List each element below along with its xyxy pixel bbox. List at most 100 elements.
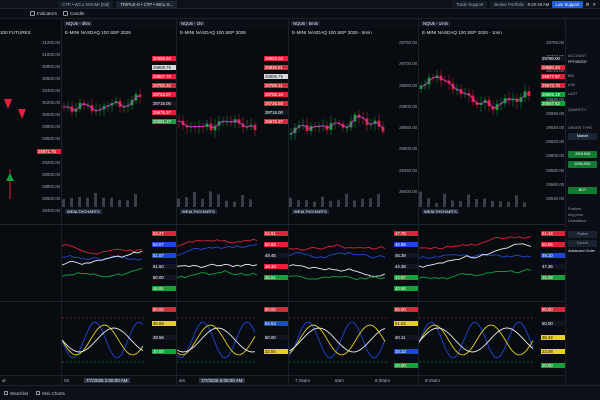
- price-tick-label: 29540.00: [546, 195, 564, 201]
- brand-logo: WEALTHCHARTS: [422, 209, 459, 214]
- oscillator-value-badge: 50.00: [152, 275, 176, 280]
- price-level-badge: 29836.81: [264, 65, 288, 70]
- oscillator-line: [419, 324, 534, 356]
- price-chart[interactable]: [289, 37, 387, 207]
- account-value[interactable]: FFF492237: [568, 60, 587, 64]
- oscillator-2-chart[interactable]: [289, 304, 387, 376]
- price-chart[interactable]: [419, 37, 534, 207]
- advanced-order-label[interactable]: Advanced Order: [568, 249, 595, 253]
- time-label: am: [179, 378, 186, 383]
- watchlist-label: Watchlist: [10, 390, 29, 396]
- oscillator-2-chart[interactable]: [62, 304, 145, 376]
- candle-button[interactable]: Candle: [62, 11, 85, 16]
- chart-panel-1[interactable]: NQU6 - 4hrs E-MINI NASDAQ 100 SEP 2026 WEA…: [62, 19, 177, 385]
- chart-panel-3[interactable]: NQU6 - 5min E-MINI NASDAQ 100 SEP 2026 - …: [289, 19, 419, 385]
- oscillator-value-badge: 50.00: [541, 321, 565, 326]
- volume-bar: [241, 195, 244, 207]
- oscillator-1-chart[interactable]: [419, 227, 534, 297]
- symbol-selector[interactable]: NQU6 - 5min: [291, 21, 321, 26]
- volume-bar: [329, 200, 332, 207]
- chart-panel-2[interactable]: NQU6 - 1hr E-MINI NASDAQ 100 SEP 2026 WEAL…: [177, 19, 289, 385]
- position-label: Position: [568, 207, 582, 211]
- order-entry-panel: ACCOUNT FFF492237 BID ASK LAST QUANTITY …: [566, 19, 600, 385]
- cancel-orders-button[interactable]: Cancel: [568, 240, 597, 247]
- price-chart[interactable]: [177, 37, 257, 207]
- join-bid-button[interactable]: JOIN BID: [568, 151, 597, 158]
- oscillator-1-chart[interactable]: [289, 227, 387, 297]
- left-last-price-badge: 29671.75: [37, 149, 61, 154]
- watchlist-tab[interactable]: Watchlist: [4, 391, 28, 396]
- volume-bar: [201, 198, 204, 207]
- separator: [0, 301, 61, 302]
- price-level-badge: 29735.58: [264, 101, 288, 106]
- chart-panel-4[interactable]: NQU6 - 1min E-MINI NASDAQ 100 SEP 2026 - …: [419, 19, 566, 385]
- chart-title: E-MINI NASDAQ 100 SEP 2026 - 5min: [292, 30, 372, 35]
- symbol-selector[interactable]: NQU6 - 4hrs: [64, 21, 93, 26]
- volume-bar: [249, 199, 252, 207]
- time-tick-label: 7:15am: [295, 378, 311, 383]
- oscillator-value-badge: 50.96: [541, 242, 565, 247]
- tab-workspace-1[interactable]: CTP • WCu SWAMI [Sal]: [58, 1, 114, 8]
- oscillator-2-chart[interactable]: [177, 304, 257, 376]
- buy-button[interactable]: BUY: [568, 187, 597, 194]
- symbol-selector[interactable]: NQU6 - 1hr: [179, 21, 205, 26]
- time-label: al: [2, 378, 6, 383]
- volume-bar: [297, 199, 300, 207]
- volume-bar: [126, 200, 129, 207]
- clock: 8:20:48 AM: [527, 2, 550, 7]
- settings-icon[interactable]: ⚙: [586, 2, 590, 8]
- volume-bar: [435, 202, 438, 207]
- indicators-button[interactable]: Indicators: [30, 11, 57, 16]
- crosshair-time-label: 7/7/2026 2:00:00 AM: [84, 378, 130, 383]
- live-support-button[interactable]: Live Support: [552, 1, 583, 8]
- price-chart[interactable]: [62, 37, 145, 207]
- order-type-select[interactable]: Market: [568, 133, 597, 140]
- indicators-icon: [30, 11, 35, 16]
- oscillator-value-badge: 49.45: [264, 253, 288, 258]
- price-level-badge: 29716.00: [264, 110, 288, 115]
- time-tick-label: 8am: [335, 378, 344, 383]
- price-tick-label: 29400.00: [399, 188, 417, 194]
- candle-label: Candle: [69, 11, 85, 16]
- price-tick-label: 29800.00: [42, 124, 60, 129]
- bid-label: BID: [568, 74, 575, 78]
- chart-title: E-MINI NASDAQ 100 SEP 2026 - 1min: [422, 30, 502, 35]
- price-tick-label: 29580.00: [546, 167, 564, 173]
- chart-panel-left[interactable]: 100 FUTURES 31200.00 31000.00 30800.00 3060…: [0, 19, 62, 385]
- oscillator-value-badge: 80.00: [541, 307, 565, 312]
- oscillator-2-chart[interactable]: [419, 304, 534, 376]
- chart-toolbar: Indicators Candle: [0, 9, 600, 19]
- mini-charts-icon: [36, 391, 41, 395]
- close-icon[interactable]: ✕: [592, 2, 596, 8]
- price-level-badge: 29675.37: [152, 110, 176, 115]
- symbol-selector[interactable]: NQU6 - 1min: [421, 21, 451, 26]
- join-ask-button[interactable]: JOIN ASK: [568, 161, 597, 168]
- volume-bar: [233, 201, 236, 207]
- tab-workspace-2[interactable]: TRIPLE-S • CTP • WCu S...: [116, 1, 178, 8]
- price-tick-label: 31200.00: [42, 40, 60, 45]
- price-tick-label: 30000.00: [42, 112, 60, 117]
- price-tick-label: 28600.00: [42, 196, 60, 201]
- oscillator-line: [62, 244, 143, 255]
- time-tick-label: 8:30am: [375, 378, 391, 383]
- oscillator-line: [289, 251, 386, 259]
- mini-charts-tab[interactable]: Mini Charts: [36, 391, 65, 396]
- oscillator-value-badge: 35.42: [541, 335, 565, 340]
- volume-bar: [337, 199, 340, 207]
- oscillator-value-badge: 33.08: [541, 349, 565, 354]
- time-axis: am 7/7/2026 5:00:00 AM: [177, 375, 288, 385]
- oscillator-value-badge: 46.85: [394, 242, 418, 247]
- unrealized-label: Unrealized: [568, 219, 586, 223]
- volume-bar: [419, 191, 422, 207]
- price-level-badge: 29807.70: [152, 74, 176, 79]
- oscillator-value-badge: 53.07: [152, 242, 176, 247]
- bottom-bar: Watchlist Mini Charts: [0, 385, 600, 400]
- price-tick-label: 30600.00: [42, 76, 60, 81]
- price-level-badge: 29903.03: [264, 56, 288, 61]
- oscillator-1-chart[interactable]: [62, 227, 145, 297]
- oscillator-1-chart[interactable]: [177, 227, 257, 297]
- oscillator-value-badge: 20.00: [394, 363, 418, 368]
- tab-broker-portfolio[interactable]: Broker Portfolio: [490, 1, 528, 8]
- flatten-button[interactable]: Flatten: [568, 231, 597, 238]
- tab-trade-support[interactable]: Trade Support: [452, 1, 488, 8]
